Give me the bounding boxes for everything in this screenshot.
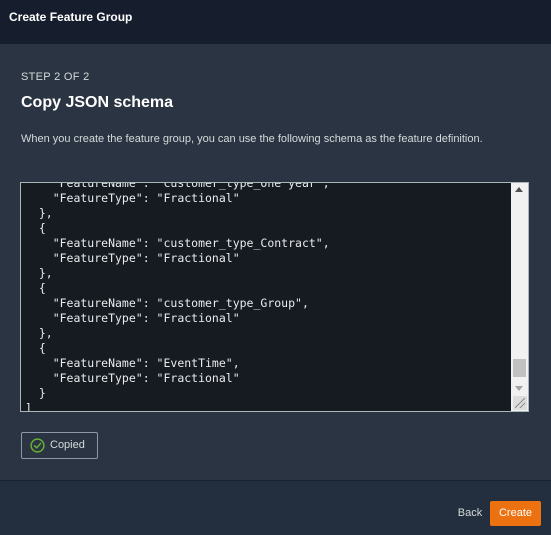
modal-footer: Back Create <box>0 480 551 535</box>
page-title: Copy JSON schema <box>21 94 174 111</box>
copy-button-label: Copied <box>50 439 85 451</box>
code-scrollbar[interactable] <box>511 183 528 411</box>
scroll-up-arrow-icon[interactable] <box>515 187 523 192</box>
scroll-down-arrow-icon[interactable] <box>515 386 523 391</box>
back-button[interactable]: Back <box>452 501 488 526</box>
scroll-thumb[interactable] <box>513 359 526 377</box>
create-button[interactable]: Create <box>490 501 541 526</box>
step-description: When you create the feature group, you c… <box>21 133 483 145</box>
resize-handle-icon[interactable] <box>513 396 527 410</box>
json-schema-textarea[interactable]: "FeatureName": "customer_type_One year",… <box>20 182 529 412</box>
check-circle-icon <box>30 438 45 453</box>
modal-body: STEP 2 OF 2 Copy JSON schema When you cr… <box>0 44 551 480</box>
modal-header: Create Feature Group <box>0 0 551 44</box>
json-schema-text: "FeatureName": "customer_type_One year",… <box>25 182 330 412</box>
step-indicator: STEP 2 OF 2 <box>21 71 90 83</box>
modal-title: Create Feature Group <box>9 10 133 24</box>
copy-button[interactable]: Copied <box>21 432 98 459</box>
